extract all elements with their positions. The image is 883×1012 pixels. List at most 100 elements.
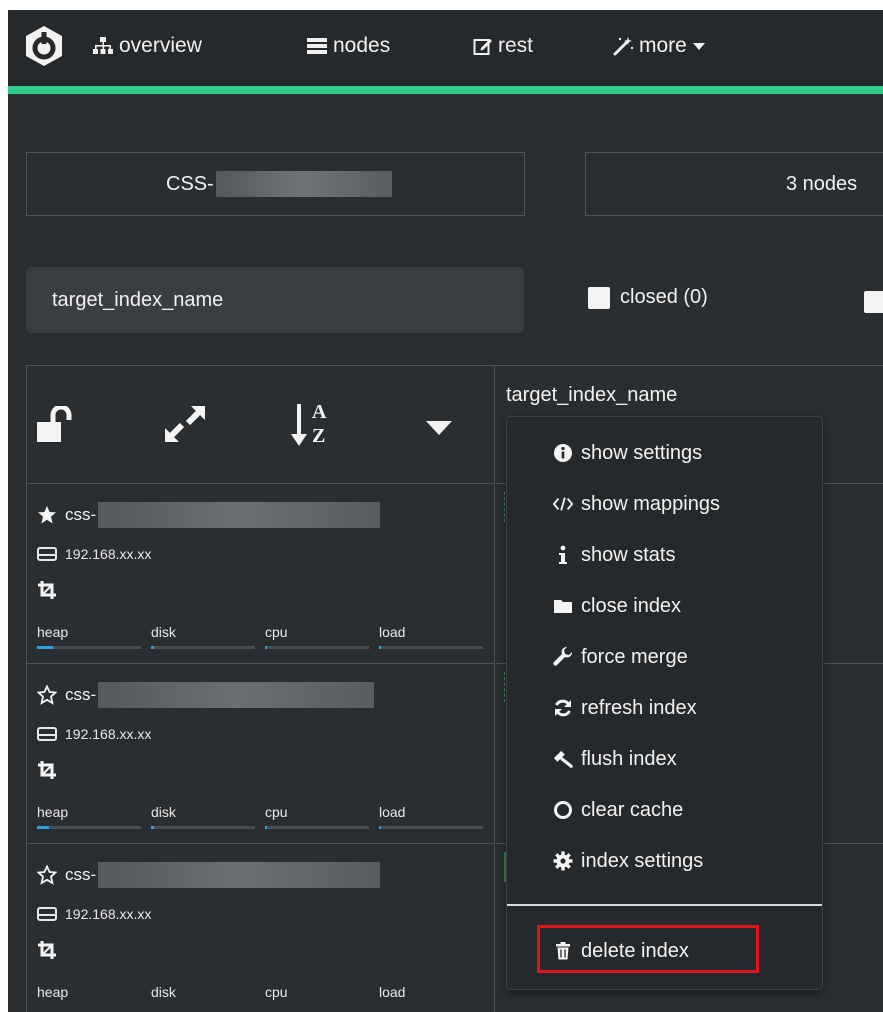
expand-icon[interactable] [163,404,207,444]
disk-label: disk [151,804,176,820]
wrench-icon [553,647,573,667]
edit-icon [473,39,492,55]
cpu-label: cpu [265,804,288,820]
menu-item-label: show settings [581,441,703,464]
index-actions-dropdown: show settings show mappings show stats c… [506,416,823,990]
caret-down-icon [692,43,705,50]
second-filter-checkbox[interactable] [864,291,883,313]
crop-icon [38,581,56,599]
node-name[interactable]: css- [37,502,381,528]
app-window: overview nodes rest more CSS- 3 nodes ta… [8,10,883,1012]
redacted-node-name [98,682,375,708]
disk-bar [151,646,255,649]
heap-label: heap [37,984,69,1000]
node-row: css- 192.168.xx.xx heap disk cpu load [27,484,883,664]
menu-item-label: show mappings [581,492,720,515]
code-icon [553,496,573,512]
index-name: target_index_name [506,384,678,406]
load-label: load [379,624,406,640]
gavel-icon [553,749,573,769]
menu-item-flush-index[interactable]: flush index [507,735,822,783]
cluster-name-box: CSS- [26,152,525,216]
load-bar [379,826,483,829]
hdd-icon [37,547,57,561]
nav-more-label: more [639,34,687,57]
info-circle-icon [553,443,573,463]
node-row: css- 192.168.xx.xx heap disk cpu load [27,844,506,1012]
load-label: load [379,984,406,1000]
nodes-count: 3 nodes [786,172,858,195]
menu-item-index-settings[interactable]: index settings [507,837,822,885]
disk-bar [151,826,255,829]
node-name-label: css- [65,685,97,704]
folder-icon [553,598,573,614]
cpu-bar [265,646,369,649]
menu-item-show-stats[interactable]: show stats [507,531,822,579]
menu-item-clear-cache[interactable]: clear cache [507,786,822,834]
nav-overview[interactable]: overview [92,32,202,60]
menu-item-refresh-index[interactable]: refresh index [507,684,822,732]
grid-header-controls: A Z [27,366,495,484]
menu-item-label: index settings [581,849,704,872]
nodes-count-box: 3 nodes [585,152,883,216]
server-icon [307,38,327,54]
cpu-label: cpu [265,624,288,640]
star-outline-icon[interactable] [37,685,57,705]
menu-item-force-merge[interactable]: force merge [507,633,822,681]
star-filled-icon[interactable] [37,505,57,525]
menu-item-close-index[interactable]: close index [507,582,822,630]
node-ip-label: 192.168.xx.xx [65,546,152,562]
node-name-label: css- [65,505,97,524]
node-ip-label: 192.168.xx.xx [65,726,152,742]
nav-nodes[interactable]: nodes [306,32,390,60]
unlock-icon[interactable] [37,406,75,442]
cluster-name: CSS- [166,172,214,195]
node-name[interactable]: css- [37,862,381,888]
menu-item-label: clear cache [581,798,684,821]
top-nav: overview nodes rest more [8,10,883,86]
cpu-label: cpu [265,984,288,1000]
node-ip: 192.168.xx.xx [37,546,151,562]
nav-nodes-label: nodes [333,34,391,57]
menu-divider [507,904,822,906]
menu-item-label: close index [581,594,682,617]
menu-item-show-mappings[interactable]: show mappings [507,480,822,528]
hdd-icon [37,907,57,921]
info-icon [553,545,573,565]
caret-down-icon[interactable] [425,420,453,436]
index-filter-input[interactable]: target_index_name [26,267,524,333]
heap-bar [37,646,141,649]
redacted-node-name [98,862,381,888]
menu-item-label: force merge [581,645,688,668]
menu-item-label: refresh index [581,696,697,719]
node-ip: 192.168.xx.xx [37,906,151,922]
crop-icon [38,941,56,959]
closed-checkbox-box[interactable] [588,286,610,309]
sort-alpha-icon[interactable]: A Z [290,398,334,450]
heap-bar [37,826,141,829]
sitemap-icon [93,37,113,54]
index-filter-value: target_index_name [52,288,224,311]
nav-rest[interactable]: rest [473,32,533,60]
refresh-icon [553,698,573,718]
disk-label: disk [151,624,176,640]
load-bar [379,646,483,649]
nav-more[interactable]: more [612,32,706,60]
load-label: load [379,804,406,820]
closed-filter-checkbox[interactable]: closed (0) [588,286,708,309]
accent-bar [8,86,883,94]
cpu-bar [265,826,369,829]
star-outline-icon[interactable] [37,865,57,885]
redacted-node-name [98,502,381,528]
menu-item-show-settings[interactable]: show settings [507,429,822,477]
nav-rest-label: rest [498,34,534,57]
nav-overview-label: overview [119,34,202,57]
disk-label: disk [151,984,176,1000]
logo-icon[interactable] [22,24,66,68]
node-name[interactable]: css- [37,682,375,708]
heap-label: heap [37,804,69,820]
circle-icon [553,800,573,820]
cog-icon [553,851,573,871]
svg-text:A: A [312,401,327,423]
redacted-cluster-name [215,171,392,197]
